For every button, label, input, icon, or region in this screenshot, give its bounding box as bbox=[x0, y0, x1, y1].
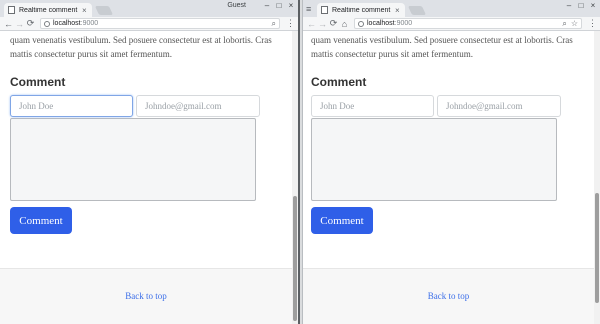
new-tab-button[interactable] bbox=[407, 6, 427, 15]
home-icon[interactable]: ⌂ bbox=[339, 19, 350, 29]
reload-icon[interactable]: ⟳ bbox=[328, 18, 339, 29]
email-input[interactable]: Johndoe@gmail.com bbox=[136, 95, 260, 117]
back-to-top-link[interactable]: Back to top bbox=[303, 291, 594, 301]
comment-textarea[interactable] bbox=[10, 118, 256, 201]
url-host: localhost bbox=[367, 20, 395, 27]
browser-toolbar: ← → ⟳ ⌂ localhost :9000 ⌕ ☆ ⋮ bbox=[303, 17, 600, 31]
scrollbar-thumb[interactable] bbox=[595, 193, 599, 303]
close-icon[interactable]: × bbox=[286, 1, 296, 10]
browser-window-left: Realtime comment × Guest – □ × ← → ⟳ loc… bbox=[0, 0, 300, 324]
comment-form-row: John Doe Johndoe@gmail.com bbox=[10, 95, 288, 117]
page-viewport: quam venenatis vestibulum. Sed posuere c… bbox=[0, 31, 298, 324]
forward-icon[interactable]: → bbox=[317, 19, 328, 29]
minimize-icon[interactable]: – bbox=[564, 1, 574, 10]
comment-submit-button[interactable]: Comment bbox=[311, 207, 373, 234]
url-port: :9000 bbox=[80, 20, 99, 27]
window-controls: – □ × bbox=[262, 1, 296, 10]
menu-icon[interactable]: ⋮ bbox=[588, 18, 597, 29]
tab-realtime-comment[interactable]: Realtime comment × bbox=[317, 3, 405, 17]
new-tab-button[interactable] bbox=[94, 6, 114, 15]
page-viewport: quam venenatis vestibulum. Sed posuere c… bbox=[303, 31, 600, 324]
maximize-icon[interactable]: □ bbox=[274, 1, 284, 10]
window-controls: – □ × bbox=[564, 1, 598, 10]
comment-heading: Comment bbox=[311, 75, 367, 89]
name-input[interactable]: John Doe bbox=[311, 95, 434, 117]
email-input[interactable]: Johndoe@gmail.com bbox=[437, 95, 561, 117]
name-input[interactable]: John Doe bbox=[10, 95, 133, 117]
tab-close-icon[interactable]: × bbox=[82, 6, 87, 15]
close-icon[interactable]: × bbox=[588, 1, 598, 10]
comment-submit-button[interactable]: Comment bbox=[10, 207, 72, 234]
body-paragraph: quam venenatis vestibulum. Sed posuere c… bbox=[311, 35, 573, 59]
page-content: quam venenatis vestibulum. Sed posuere c… bbox=[10, 31, 288, 234]
guest-profile-label[interactable]: Guest bbox=[227, 2, 246, 9]
back-icon[interactable]: ← bbox=[306, 19, 317, 29]
info-icon[interactable] bbox=[44, 20, 50, 27]
tab-realtime-comment[interactable]: Realtime comment × bbox=[4, 3, 92, 17]
title-bar: ≡ Realtime comment × – □ × bbox=[303, 0, 600, 17]
info-icon[interactable] bbox=[358, 20, 364, 27]
back-to-top-link[interactable]: Back to top bbox=[0, 291, 292, 301]
reload-icon[interactable]: ⟳ bbox=[25, 18, 36, 29]
browser-toolbar: ← → ⟳ localhost :9000 ⌕ ⋮ bbox=[0, 17, 298, 31]
page-content: quam venenatis vestibulum. Sed posuere c… bbox=[311, 31, 590, 234]
hamburger-icon[interactable]: ≡ bbox=[306, 4, 311, 14]
scrollbar-thumb[interactable] bbox=[293, 196, 297, 321]
comment-textarea[interactable] bbox=[311, 118, 557, 201]
browser-window-right: ≡ Realtime comment × – □ × ← → ⟳ ⌂ local… bbox=[302, 0, 600, 324]
forward-icon[interactable]: → bbox=[14, 19, 25, 29]
title-bar: Realtime comment × Guest – □ × bbox=[0, 0, 298, 17]
minimize-icon[interactable]: – bbox=[262, 1, 272, 10]
address-bar[interactable]: localhost :9000 ⌕ bbox=[40, 18, 280, 29]
url-port: :9000 bbox=[394, 20, 413, 27]
zoom-icon[interactable]: ⌕ bbox=[272, 19, 276, 29]
maximize-icon[interactable]: □ bbox=[576, 1, 586, 10]
comment-heading: Comment bbox=[10, 75, 66, 89]
page-footer: Back to top bbox=[0, 268, 292, 324]
star-icon[interactable]: ☆ bbox=[571, 19, 578, 28]
page-footer: Back to top bbox=[303, 268, 594, 324]
tab-title: Realtime comment bbox=[19, 6, 78, 14]
back-icon[interactable]: ← bbox=[3, 19, 14, 29]
scrollbar[interactable] bbox=[292, 31, 298, 324]
scrollbar[interactable] bbox=[594, 31, 600, 324]
comment-form-row: John Doe Johndoe@gmail.com bbox=[311, 95, 590, 117]
url-host: localhost bbox=[53, 20, 81, 27]
tab-title: Realtime comment bbox=[332, 6, 391, 14]
zoom-icon[interactable]: ⌕ bbox=[562, 19, 566, 29]
tab-close-icon[interactable]: × bbox=[395, 6, 400, 15]
page-icon bbox=[8, 6, 15, 14]
body-paragraph: quam venenatis vestibulum. Sed posuere c… bbox=[10, 35, 272, 59]
page-icon bbox=[321, 6, 328, 14]
address-bar[interactable]: localhost :9000 ⌕ ☆ bbox=[354, 18, 582, 29]
menu-icon[interactable]: ⋮ bbox=[286, 18, 295, 29]
